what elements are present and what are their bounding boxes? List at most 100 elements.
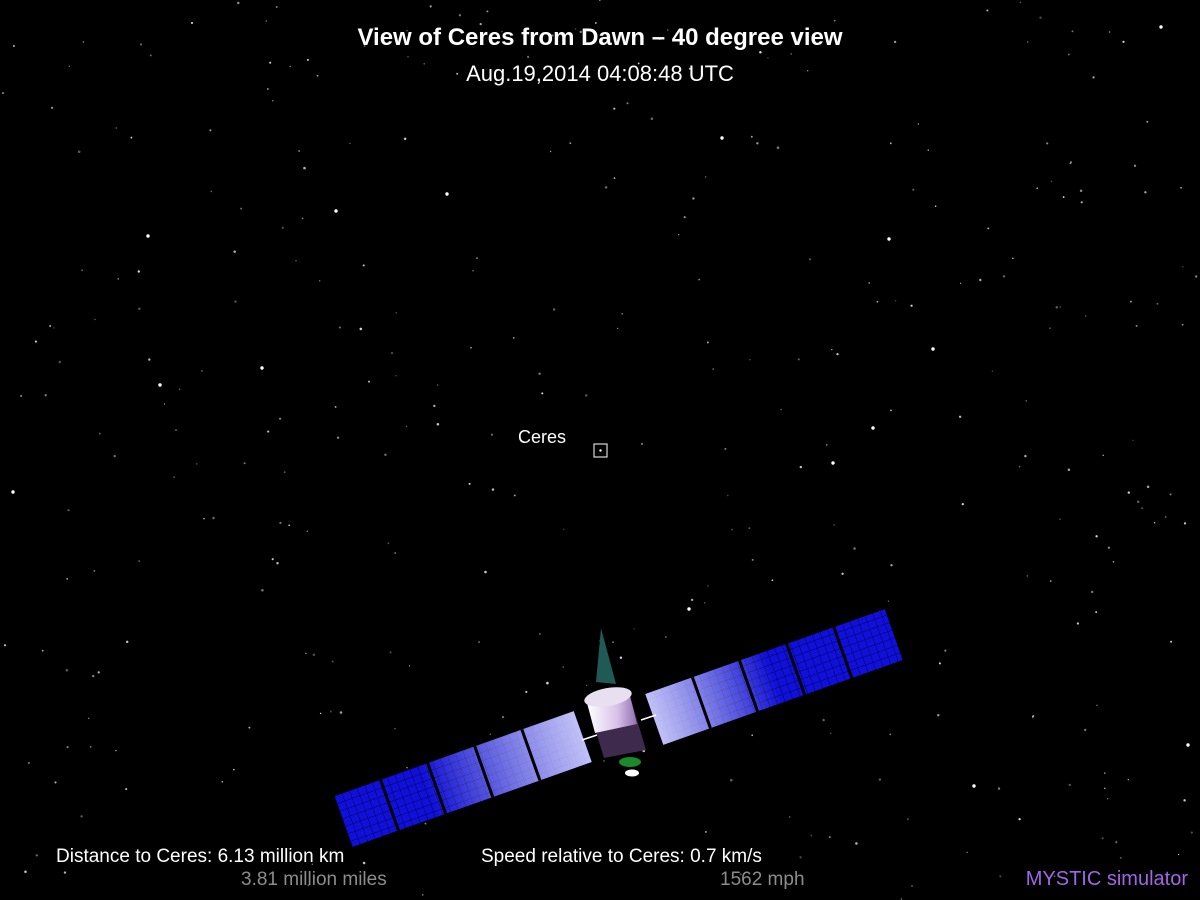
star bbox=[437, 384, 439, 386]
star bbox=[221, 781, 224, 783]
star bbox=[1146, 120, 1149, 123]
star bbox=[338, 326, 341, 329]
star bbox=[234, 300, 237, 303]
star bbox=[706, 585, 709, 587]
star bbox=[149, 54, 152, 57]
star bbox=[54, 781, 57, 784]
star bbox=[906, 818, 909, 821]
star bbox=[584, 394, 588, 397]
star bbox=[278, 417, 282, 420]
star bbox=[237, 1, 240, 5]
star bbox=[1129, 300, 1132, 303]
star bbox=[603, 760, 605, 762]
star bbox=[1133, 164, 1137, 167]
star bbox=[210, 190, 213, 193]
star bbox=[999, 875, 1002, 878]
star bbox=[137, 270, 140, 273]
star bbox=[267, 430, 270, 433]
star bbox=[1059, 518, 1061, 520]
star bbox=[731, 528, 734, 531]
star bbox=[513, 337, 515, 339]
star bbox=[389, 651, 392, 654]
star bbox=[408, 665, 411, 667]
star bbox=[1183, 522, 1187, 525]
star bbox=[113, 454, 116, 458]
star bbox=[650, 117, 654, 120]
star bbox=[98, 432, 101, 435]
star bbox=[433, 404, 436, 408]
star bbox=[640, 442, 644, 445]
star bbox=[546, 681, 549, 685]
star bbox=[1036, 187, 1038, 189]
star bbox=[1103, 772, 1106, 774]
star bbox=[35, 854, 38, 857]
star bbox=[808, 258, 812, 261]
star bbox=[80, 815, 83, 818]
star bbox=[394, 552, 396, 554]
star bbox=[1132, 439, 1134, 442]
star bbox=[421, 894, 424, 896]
space-scene bbox=[1, 0, 1198, 900]
star bbox=[619, 656, 623, 659]
star bbox=[799, 465, 802, 469]
star bbox=[958, 415, 962, 419]
star bbox=[900, 898, 903, 900]
star bbox=[66, 746, 69, 749]
star bbox=[298, 150, 301, 152]
star bbox=[484, 570, 487, 574]
star bbox=[890, 564, 893, 567]
star bbox=[429, 5, 432, 8]
star bbox=[295, 259, 297, 262]
star bbox=[626, 102, 629, 105]
star bbox=[489, 733, 492, 736]
star bbox=[1195, 275, 1198, 278]
star bbox=[1101, 837, 1104, 840]
star bbox=[20, 394, 23, 397]
star bbox=[405, 425, 408, 428]
star bbox=[562, 528, 565, 531]
star bbox=[1153, 522, 1156, 524]
distance-km: Distance to Ceres: 6.13 million km bbox=[56, 846, 345, 867]
star bbox=[49, 324, 52, 328]
star bbox=[301, 217, 304, 220]
star bbox=[780, 408, 782, 411]
star bbox=[486, 10, 489, 13]
star bbox=[115, 127, 117, 129]
star bbox=[1049, 580, 1052, 582]
star bbox=[569, 142, 572, 145]
star bbox=[349, 142, 351, 145]
star bbox=[724, 447, 727, 450]
star bbox=[305, 652, 307, 655]
star bbox=[117, 278, 120, 280]
dawn-spacecraft bbox=[334, 609, 903, 847]
star bbox=[50, 106, 54, 109]
solar-panel-left bbox=[334, 711, 592, 847]
star bbox=[797, 358, 800, 361]
star bbox=[279, 521, 282, 525]
star bbox=[240, 207, 243, 210]
star bbox=[306, 530, 308, 532]
star bbox=[1032, 714, 1035, 717]
star bbox=[395, 312, 397, 314]
star bbox=[203, 517, 205, 520]
star bbox=[362, 264, 365, 267]
star bbox=[790, 53, 793, 55]
star bbox=[1156, 302, 1159, 305]
star bbox=[828, 836, 831, 839]
star bbox=[961, 502, 964, 506]
star bbox=[1104, 787, 1106, 790]
star bbox=[585, 684, 588, 687]
star bbox=[92, 674, 95, 678]
star bbox=[58, 360, 62, 364]
star bbox=[312, 653, 316, 656]
star bbox=[876, 300, 879, 303]
star bbox=[944, 649, 947, 652]
star bbox=[275, 6, 278, 8]
star bbox=[665, 636, 667, 638]
star bbox=[66, 578, 68, 580]
star bbox=[1141, 507, 1144, 510]
star bbox=[1127, 779, 1129, 781]
star bbox=[458, 14, 462, 17]
star bbox=[730, 778, 733, 782]
star bbox=[212, 516, 215, 520]
